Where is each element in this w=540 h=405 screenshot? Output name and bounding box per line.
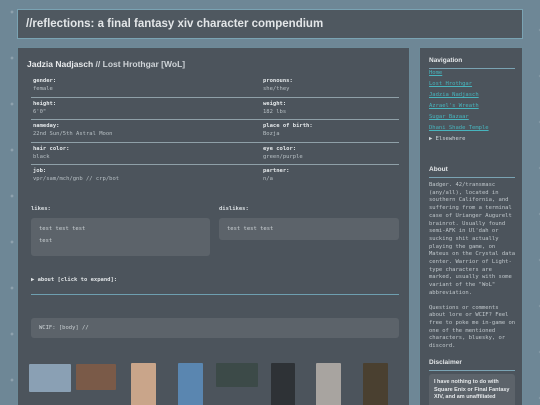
likes-box: test test test test bbox=[31, 218, 210, 256]
divider bbox=[31, 294, 399, 295]
about-heading: About bbox=[429, 166, 448, 173]
field-label: hair color: bbox=[33, 145, 70, 152]
info-cell-partner: partner: n/a bbox=[215, 165, 399, 188]
nav-link[interactable]: Dhani Shade Temple bbox=[429, 125, 489, 131]
wcif-text: WCIF: [body] // bbox=[39, 325, 89, 331]
wcif-box: WCIF: [body] // bbox=[31, 318, 399, 338]
disclaimer-text: I have nothing to do with Square Enix or… bbox=[434, 379, 510, 400]
info-row: nameday: 22nd Sun/5th Astral Moon place o… bbox=[31, 120, 399, 143]
info-cell-hair-color: hair color: black bbox=[31, 143, 215, 165]
field-label: partner: bbox=[263, 168, 290, 174]
field-value: she/they bbox=[263, 86, 290, 92]
field-value: vpr/sam/mch/gnb // crp/bot bbox=[33, 176, 120, 182]
gallery-thumbnail[interactable] bbox=[216, 363, 258, 387]
gallery-thumbnail[interactable] bbox=[316, 363, 341, 405]
navigation-heading: Navigation bbox=[429, 57, 463, 64]
nav-item-elsewhere: ▶ Elsewhere bbox=[429, 134, 489, 145]
nav-item-home: Home bbox=[429, 68, 489, 79]
about-text: Badger. 42/transmasc (any/all), located … bbox=[429, 182, 518, 351]
site-title: //reflections: a final fantasy xiv chara… bbox=[26, 18, 324, 30]
character-world: Lost Hrothgar [WoL] bbox=[102, 59, 186, 69]
disclaimer-box: I have nothing to do with Square Enix or… bbox=[429, 374, 515, 405]
info-row: gender: female pronouns: she/they bbox=[31, 75, 399, 98]
site-header: //reflections: a final fantasy xiv chara… bbox=[17, 9, 523, 39]
nav-link[interactable]: Home bbox=[429, 70, 442, 76]
field-value: n/a bbox=[263, 176, 273, 182]
main-content: Jadzia Nadjasch // Lost Hrothgar [WoL] g… bbox=[17, 47, 410, 405]
info-cell-pronouns: pronouns: she/they bbox=[215, 75, 399, 97]
field-label: nameday: bbox=[33, 123, 60, 129]
field-label: gender: bbox=[33, 78, 57, 84]
nav-item-azrael: Azrael's Wreath bbox=[429, 101, 489, 112]
nav-item-lost-hrothgar: Lost Hrothgar bbox=[429, 79, 489, 90]
disclaimer-heading: Disclaimer bbox=[429, 359, 462, 366]
field-label: weight: bbox=[263, 100, 287, 107]
field-label: eye color: bbox=[263, 145, 297, 152]
character-title: Jadzia Nadjasch // Lost Hrothgar [WoL] bbox=[27, 59, 185, 69]
title-separator: // bbox=[95, 59, 101, 69]
about-expand-toggle[interactable]: ▶ about [click to expand]: bbox=[31, 277, 117, 283]
dislike-item: test test test bbox=[227, 226, 274, 232]
nav-link[interactable]: Sugar Bazaar bbox=[429, 114, 469, 120]
divider bbox=[429, 370, 515, 371]
gallery-thumbnail[interactable] bbox=[363, 363, 388, 405]
sidebar: Navigation Home Lost Hrothgar Jadzia Nad… bbox=[419, 47, 523, 405]
gallery-thumbnail[interactable] bbox=[29, 364, 71, 392]
info-row: height: 6'0" weight: 182 lbs bbox=[31, 98, 399, 120]
about-paragraph: Badger. 42/transmasc (any/all), located … bbox=[429, 182, 516, 296]
nav-item-jadzia: Jadzia Nadjasch bbox=[429, 90, 489, 101]
info-cell-gender: gender: female bbox=[31, 75, 215, 97]
field-value: black bbox=[33, 153, 50, 160]
field-label: pronouns: bbox=[263, 78, 293, 84]
field-value: Bozja bbox=[263, 131, 280, 137]
info-cell-weight: weight: 182 lbs bbox=[215, 98, 399, 120]
info-cell-job: job: vpr/sam/mch/gnb // crp/bot bbox=[31, 165, 215, 188]
info-row: hair color: black eye color: green/purple bbox=[31, 143, 399, 165]
gallery-thumbnail[interactable] bbox=[131, 363, 156, 405]
field-label: height: bbox=[33, 100, 57, 107]
character-info-table: gender: female pronouns: she/they height: 6… bbox=[31, 75, 399, 188]
dislikes-heading: dislikes: bbox=[219, 206, 249, 212]
gallery-thumbnail[interactable] bbox=[178, 363, 203, 405]
info-cell-place-of-birth: place of birth: Bozja bbox=[215, 120, 399, 142]
like-item: test bbox=[39, 238, 53, 244]
divider bbox=[429, 177, 515, 178]
nav-list: Home Lost Hrothgar Jadzia Nadjasch Azrae… bbox=[429, 68, 489, 145]
field-value: 182 lbs bbox=[263, 108, 287, 115]
elsewhere-toggle[interactable]: ▶ Elsewhere bbox=[429, 136, 465, 142]
nav-link[interactable]: Azrael's Wreath bbox=[429, 103, 479, 109]
gallery-thumbnail[interactable] bbox=[271, 363, 295, 405]
character-name: Jadzia Nadjasch bbox=[27, 59, 94, 69]
nav-link[interactable]: Jadzia Nadjasch bbox=[429, 92, 479, 98]
nav-item-sugar: Sugar Bazaar bbox=[429, 112, 489, 123]
info-cell-height: height: 6'0" bbox=[31, 98, 215, 120]
field-label: job: bbox=[33, 168, 47, 174]
field-value: 6'0" bbox=[33, 108, 47, 115]
info-cell-nameday: nameday: 22nd Sun/5th Astral Moon bbox=[31, 120, 215, 142]
about-paragraph: Questions or comments about lore or WCIF… bbox=[429, 304, 516, 350]
field-value: green/purple bbox=[263, 153, 303, 160]
dislikes-box: test test test bbox=[219, 218, 399, 240]
field-value: 22nd Sun/5th Astral Moon bbox=[33, 131, 113, 137]
gallery-thumbnail[interactable] bbox=[76, 364, 116, 390]
info-row: job: vpr/sam/mch/gnb // crp/bot partner: n… bbox=[31, 165, 399, 188]
field-value: female bbox=[33, 86, 53, 92]
like-item: test test test bbox=[39, 226, 86, 232]
nav-item-dhani: Dhani Shade Temple bbox=[429, 123, 489, 134]
info-cell-eye-color: eye color: green/purple bbox=[215, 143, 399, 165]
field-label: place of birth: bbox=[263, 123, 313, 129]
likes-heading: likes: bbox=[31, 206, 51, 212]
nav-link[interactable]: Lost Hrothgar bbox=[429, 81, 472, 87]
